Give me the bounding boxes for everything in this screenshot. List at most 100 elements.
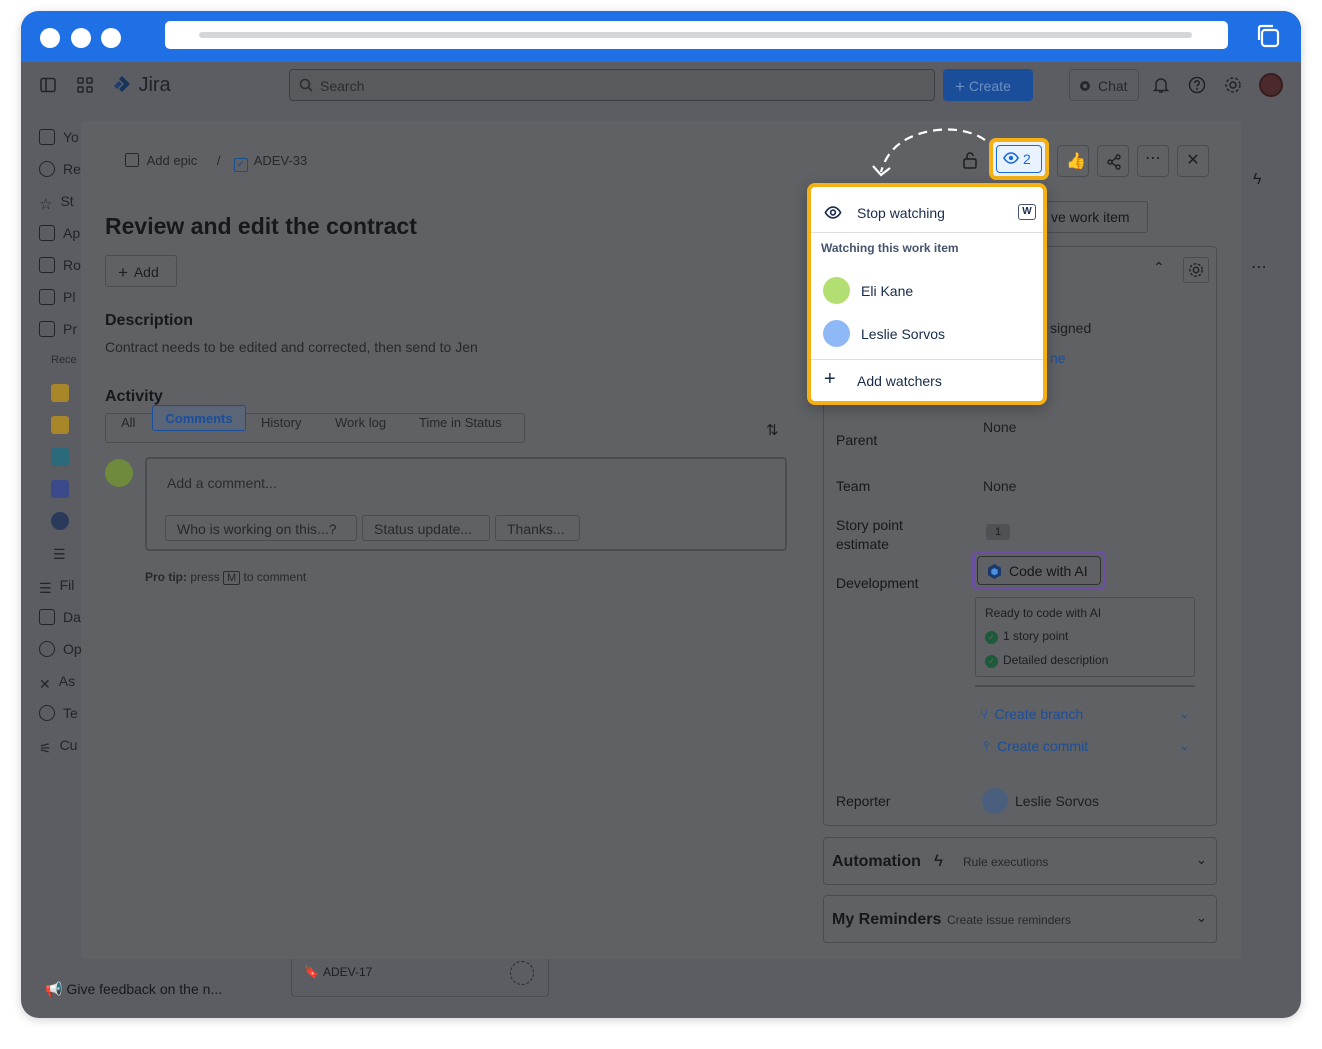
sidebar-item-label: Te xyxy=(63,705,78,721)
recent-project-icon[interactable] xyxy=(51,416,69,434)
team-value[interactable]: None xyxy=(983,478,1016,494)
recent-project-icon[interactable] xyxy=(51,512,69,530)
add-epic-link[interactable]: Add epic xyxy=(147,153,198,168)
background-card[interactable]: 🔖 ADEV-17 xyxy=(291,959,549,997)
check-circle-icon: ✓ xyxy=(985,655,998,668)
edit-icon xyxy=(125,153,139,167)
sidebar-item-dashboards[interactable]: Da xyxy=(39,609,81,629)
window-close-dot[interactable] xyxy=(40,28,60,48)
issue-title[interactable]: Review and edit the contract xyxy=(105,213,417,240)
story-point-label: Story point xyxy=(836,517,903,533)
recent-project-icon[interactable] xyxy=(51,480,69,498)
list-icon[interactable]: ☰ xyxy=(53,546,66,563)
panel-settings-button[interactable] xyxy=(1183,257,1209,283)
tab-all[interactable]: All xyxy=(121,410,135,436)
sidebar-toggle-icon[interactable] xyxy=(40,77,56,98)
avatar[interactable] xyxy=(1259,73,1283,97)
create-branch-label: Create branch xyxy=(994,706,1084,722)
move-work-item-button[interactable]: ve work item xyxy=(1046,201,1148,233)
app-switcher-icon[interactable] xyxy=(77,77,93,98)
help-icon[interactable] xyxy=(1188,76,1206,99)
add-label: Add xyxy=(133,264,159,280)
watcher-name: Eli Kane xyxy=(861,283,914,299)
sidebar-item-label: St xyxy=(60,193,74,209)
filter-icon: ☰ xyxy=(39,580,52,596)
reporter-value[interactable]: Leslie Sorvos xyxy=(1015,793,1099,809)
sidebar-item-st[interactable]: ☆ St xyxy=(39,193,74,213)
quick-reply-button[interactable]: Status update... xyxy=(362,515,490,541)
sidebar-item-yo[interactable]: Yo xyxy=(39,129,79,149)
sidebar-item-ap[interactable]: Ap xyxy=(39,225,80,245)
quick-reply-button[interactable]: Who is working on this...? xyxy=(165,515,357,541)
sidebar-item-ro[interactable]: Ro xyxy=(39,257,81,277)
add-watchers-item[interactable]: + Add watchers xyxy=(811,363,1043,401)
more-icon[interactable]: ⋯ xyxy=(1251,257,1267,277)
issue-key-link[interactable]: ADEV-33 xyxy=(254,153,307,168)
chat-button[interactable]: Chat xyxy=(1069,69,1139,101)
search-input[interactable]: Search xyxy=(289,69,935,101)
copy-icon[interactable] xyxy=(1255,23,1281,54)
tab-time-in-status[interactable]: Time in Status xyxy=(419,410,502,436)
window-minimize-dot[interactable] xyxy=(71,28,91,48)
settings-icon[interactable] xyxy=(1224,76,1242,99)
sidebar-item-pr[interactable]: Pr xyxy=(39,321,77,341)
sidebar-item-pl[interactable]: Pl xyxy=(39,289,75,309)
parent-label: Parent xyxy=(836,432,878,448)
add-button[interactable]: + Add xyxy=(105,255,177,287)
reminders-subtitle: Create issue reminders xyxy=(947,913,1072,927)
recent-project-icon[interactable] xyxy=(51,384,69,402)
sidebar-item-filters[interactable]: ☰ Fil xyxy=(39,577,74,597)
lightning-icon[interactable]: ϟ xyxy=(1253,171,1261,189)
window-zoom-dot[interactable] xyxy=(101,28,121,48)
code-with-ai-button[interactable]: Code with AI xyxy=(977,556,1101,585)
dashed-arrow-annotation xyxy=(872,128,986,177)
comment-placeholder: Add a comment... xyxy=(167,475,277,491)
create-branch-link[interactable]: ⑂ Create branch xyxy=(980,706,1083,722)
sidebar-item-operations[interactable]: Op xyxy=(39,641,82,661)
avatar xyxy=(823,277,850,304)
create-button[interactable]: + Create xyxy=(943,69,1033,101)
close-icon[interactable]: ✕ xyxy=(1177,145,1209,177)
more-actions-icon[interactable]: ⋯ xyxy=(1137,145,1169,177)
tab-history[interactable]: History xyxy=(261,410,301,436)
assign-to-me-link[interactable]: ne xyxy=(1050,350,1066,366)
recent-project-icon[interactable] xyxy=(51,448,69,466)
create-commit-link[interactable]: ⫯ Create commit xyxy=(983,738,1088,755)
watcher-item[interactable]: Leslie Sorvos xyxy=(811,312,1043,352)
story-point-value[interactable]: 1 xyxy=(986,524,1010,540)
sidebar-item-label: Pr xyxy=(63,321,77,337)
tab-work-log[interactable]: Work log xyxy=(335,410,386,436)
sidebar-item-label: Cu xyxy=(59,737,78,753)
feedback-link[interactable]: 📢 Give feedback on the n... xyxy=(45,981,222,998)
pro-tip-press: press xyxy=(190,570,220,584)
quick-reply-button[interactable]: Thanks... xyxy=(495,515,580,541)
automation-section[interactable]: Automation ϟ Rule executions ⌄ xyxy=(823,837,1217,885)
ready-item: ✓ 1 story point xyxy=(985,629,1068,644)
tab-comments[interactable]: Comments xyxy=(152,405,246,431)
sidebar-item-teams[interactable]: Te xyxy=(39,705,78,725)
stop-watching-item[interactable]: Stop watching W xyxy=(811,193,1043,233)
sidebar-item-assets[interactable]: ✕ As xyxy=(39,673,75,693)
chevron-down-icon[interactable]: ⌄ xyxy=(1179,738,1190,754)
sort-icon[interactable]: ⇅ xyxy=(766,421,779,439)
notifications-icon[interactable] xyxy=(1152,76,1170,99)
watcher-item[interactable]: Eli Kane xyxy=(811,269,1043,309)
assignee-value[interactable]: signed xyxy=(1050,320,1091,336)
address-bar[interactable] xyxy=(165,21,1228,49)
watch-button[interactable]: 2 xyxy=(996,145,1042,173)
sidebar-item-customize[interactable]: ⚟ Cu xyxy=(39,737,77,757)
sidebar-item-re[interactable]: Re xyxy=(39,161,81,181)
ready-title: Ready to code with AI xyxy=(985,606,1102,620)
parent-value[interactable]: None xyxy=(983,419,1016,435)
share-button[interactable] xyxy=(1097,145,1129,177)
watchers-popup: Stop watching W Watching this work item … xyxy=(807,183,1047,405)
roadmap-icon xyxy=(39,257,55,273)
chevron-down-icon[interactable]: ⌄ xyxy=(1179,706,1190,722)
chevron-up-icon[interactable]: ⌃ xyxy=(1153,259,1165,276)
unassigned-avatar-icon xyxy=(510,961,534,985)
plus-icon: + xyxy=(955,77,965,96)
reminders-section[interactable]: My Reminders Create issue reminders ⌄ xyxy=(823,895,1217,943)
jira-logo[interactable]: Jira xyxy=(112,74,171,96)
description-text[interactable]: Contract needs to be edited and correcte… xyxy=(105,339,478,355)
like-button[interactable]: 👍 xyxy=(1057,145,1089,177)
